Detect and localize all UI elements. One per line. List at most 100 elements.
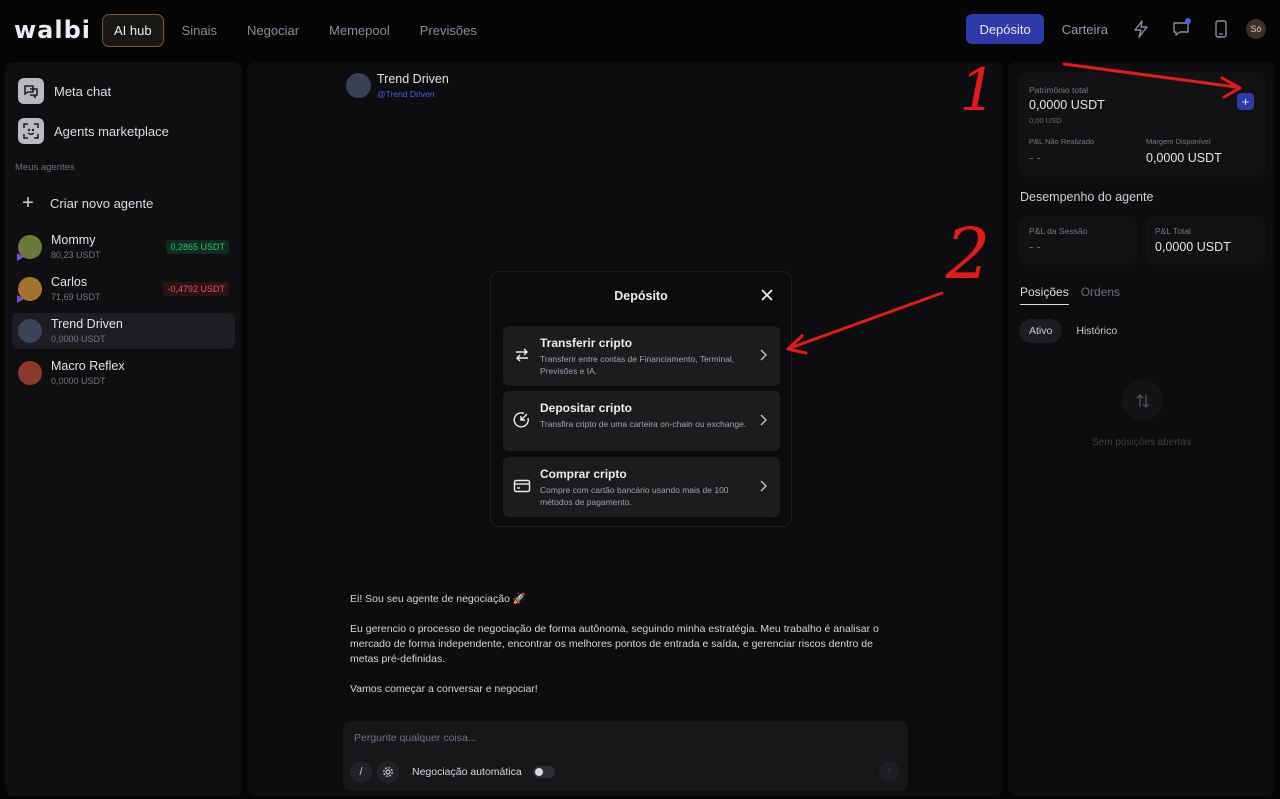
main-nav: AI hub Sinais Negociar Memepool Previsõe… bbox=[102, 13, 489, 47]
option-title: Comprar cripto bbox=[540, 467, 627, 481]
settings-gear-icon[interactable] bbox=[377, 761, 399, 783]
available-margin-label: Margem Disponível bbox=[1146, 137, 1211, 146]
agent-balance: 0,0000 USDT bbox=[51, 334, 106, 344]
option-description: Transfira cripto de uma carteira on-chai… bbox=[540, 419, 747, 429]
agent-avatar bbox=[17, 235, 42, 261]
total-pnl-label: P&L Total bbox=[1155, 226, 1191, 236]
message-paragraph: Ei! Sou seu agente de negociação 🚀 bbox=[350, 593, 526, 605]
send-arrow-icon[interactable]: ↑ bbox=[879, 761, 899, 781]
agent-name: Macro Reflex bbox=[51, 359, 125, 373]
agent-item-mommy[interactable]: Mommy 80,23 USDT 0,2865 USDT bbox=[12, 229, 235, 265]
total-pnl-card: P&L Total 0,0000 USDT bbox=[1145, 216, 1265, 265]
agent-balance: 71,69 USDT bbox=[51, 292, 101, 302]
card-icon bbox=[513, 477, 531, 495]
option-description: Transferir entre contas de Financiamento… bbox=[540, 354, 735, 376]
nav-sinais[interactable]: Sinais bbox=[170, 14, 229, 47]
agent-balance: 0,0000 USDT bbox=[51, 376, 106, 386]
option-deposit-crypto[interactable]: Depositar cripto Transfira cripto de uma… bbox=[503, 391, 780, 451]
agent-avatar bbox=[18, 361, 42, 385]
agent-name: Trend Driven bbox=[51, 317, 123, 331]
notification-dot bbox=[1185, 18, 1191, 24]
chevron-right-icon bbox=[758, 348, 768, 362]
modal-title: Depósito bbox=[614, 289, 668, 303]
unrealized-pnl-value: - - bbox=[1029, 151, 1041, 165]
equity-card: Patrimônio total 0,0000 USDT 0,00 USD + … bbox=[1019, 72, 1265, 177]
nav-ai-hub[interactable]: AI hub bbox=[102, 13, 164, 47]
wallet-link[interactable]: Carteira bbox=[1054, 22, 1116, 37]
agent-avatar bbox=[17, 277, 42, 303]
plus-icon: + bbox=[22, 192, 34, 214]
chat-composer: / Negociação automática ↑ bbox=[343, 721, 908, 791]
filter-history[interactable]: Histórico bbox=[1066, 319, 1127, 343]
user-avatar[interactable]: Só bbox=[1246, 19, 1266, 39]
play-icon bbox=[17, 253, 24, 261]
nav-previsoes[interactable]: Previsões bbox=[408, 14, 489, 47]
chat-agent-name: Trend Driven bbox=[377, 72, 449, 86]
agent-avatar bbox=[346, 73, 371, 98]
equity-value: 0,0000 USDT bbox=[1029, 98, 1105, 112]
tab-orders[interactable]: Ordens bbox=[1081, 285, 1120, 305]
agent-message: Ei! Sou seu agente de negociação 🚀 Eu ge… bbox=[350, 592, 890, 712]
filter-active[interactable]: Ativo bbox=[1019, 319, 1063, 343]
slash-command-icon[interactable]: / bbox=[350, 761, 372, 783]
my-agents-heading: Meus agentes bbox=[15, 162, 75, 173]
top-bar: walbi AI hub Sinais Negociar Memepool Pr… bbox=[0, 0, 1280, 60]
sidebar-item-agents-marketplace[interactable]: Agents marketplace bbox=[12, 114, 235, 148]
agent-performance-heading: Desempenho do agente bbox=[1020, 190, 1154, 204]
walbi-logo[interactable]: walbi bbox=[14, 16, 102, 44]
sidebar-item-meta-chat[interactable]: Meta chat bbox=[12, 74, 235, 108]
nav-memepool[interactable]: Memepool bbox=[317, 14, 402, 47]
message-paragraph: Eu gerencio o processo de negociação de … bbox=[350, 623, 879, 665]
session-pnl-card: P&L da Sessão - - bbox=[1019, 216, 1137, 265]
position-filters: Ativo Histórico bbox=[1019, 319, 1127, 343]
left-sidebar: Meta chat Agents marketplace Meus agente… bbox=[5, 62, 242, 796]
chevron-right-icon bbox=[758, 413, 768, 427]
agent-name: Mommy bbox=[51, 233, 96, 247]
messages-icon[interactable] bbox=[1166, 14, 1196, 44]
chat-input[interactable] bbox=[354, 732, 874, 744]
auto-trading-toggle[interactable] bbox=[532, 766, 555, 778]
option-title: Depositar cripto bbox=[540, 401, 633, 415]
agent-avatar bbox=[18, 319, 42, 343]
agent-pnl-badge: 0,2865 USDT bbox=[166, 240, 229, 254]
sidebar-item-label: Agents marketplace bbox=[54, 123, 169, 139]
create-agent-button[interactable]: + Criar novo agente bbox=[12, 187, 235, 219]
option-transfer-crypto[interactable]: Transferir cripto Transferir entre conta… bbox=[503, 326, 780, 386]
option-buy-crypto[interactable]: Comprar cripto Compre com cartão bancári… bbox=[503, 457, 780, 517]
add-funds-button[interactable]: + bbox=[1237, 93, 1254, 110]
chat-header: Trend Driven @Trend Driven bbox=[346, 72, 449, 99]
total-pnl-value: 0,0000 USDT bbox=[1155, 240, 1231, 254]
chevron-right-icon bbox=[758, 479, 768, 493]
option-title: Transferir cripto bbox=[540, 336, 633, 350]
composer-tools: / Negociação automática bbox=[350, 761, 555, 783]
empty-positions-text: Sem posições abertas bbox=[1092, 437, 1191, 448]
create-agent-label: Criar novo agente bbox=[50, 195, 154, 211]
agent-item-carlos[interactable]: Carlos 71,69 USDT -0,4792 USDT bbox=[12, 271, 235, 307]
positions-tabs: Posições Ordens bbox=[1020, 285, 1120, 305]
deposit-modal: Depósito Transferir cripto Transferir en… bbox=[490, 271, 792, 527]
message-paragraph: Vamos começar a conversar e negociar! bbox=[350, 683, 538, 695]
option-description: Compre com cartão bancário usando mais d… bbox=[540, 485, 729, 507]
session-pnl-value: - - bbox=[1029, 240, 1041, 254]
tab-positions[interactable]: Posições bbox=[1020, 285, 1069, 305]
equity-label: Patrimônio total bbox=[1029, 85, 1089, 95]
agent-name: Carlos bbox=[51, 275, 88, 289]
close-icon[interactable] bbox=[759, 287, 775, 303]
agent-balance: 80,23 USDT bbox=[51, 250, 101, 260]
equity-usd: 0,00 USD bbox=[1029, 116, 1062, 125]
agent-item-trend-driven[interactable]: Trend Driven 0,0000 USDT bbox=[12, 313, 235, 349]
nav-negociar[interactable]: Negociar bbox=[235, 14, 311, 47]
lightning-icon[interactable] bbox=[1126, 14, 1156, 44]
auto-trading-label: Negociação automática bbox=[412, 766, 522, 778]
deposit-button[interactable]: Depósito bbox=[966, 14, 1044, 44]
sidebar-item-label: Meta chat bbox=[54, 83, 112, 99]
mobile-phone-icon[interactable] bbox=[1206, 14, 1236, 44]
sort-arrows-icon bbox=[1122, 380, 1163, 421]
chat-icon bbox=[18, 78, 44, 104]
swap-arrows-icon bbox=[513, 346, 531, 364]
deposit-arrow-icon bbox=[513, 411, 531, 429]
chat-agent-handle[interactable]: @Trend Driven bbox=[377, 89, 449, 99]
agent-item-macro-reflex[interactable]: Macro Reflex 0,0000 USDT bbox=[12, 355, 235, 391]
play-icon bbox=[17, 295, 24, 303]
top-actions: Depósito Carteira Só bbox=[966, 14, 1266, 44]
